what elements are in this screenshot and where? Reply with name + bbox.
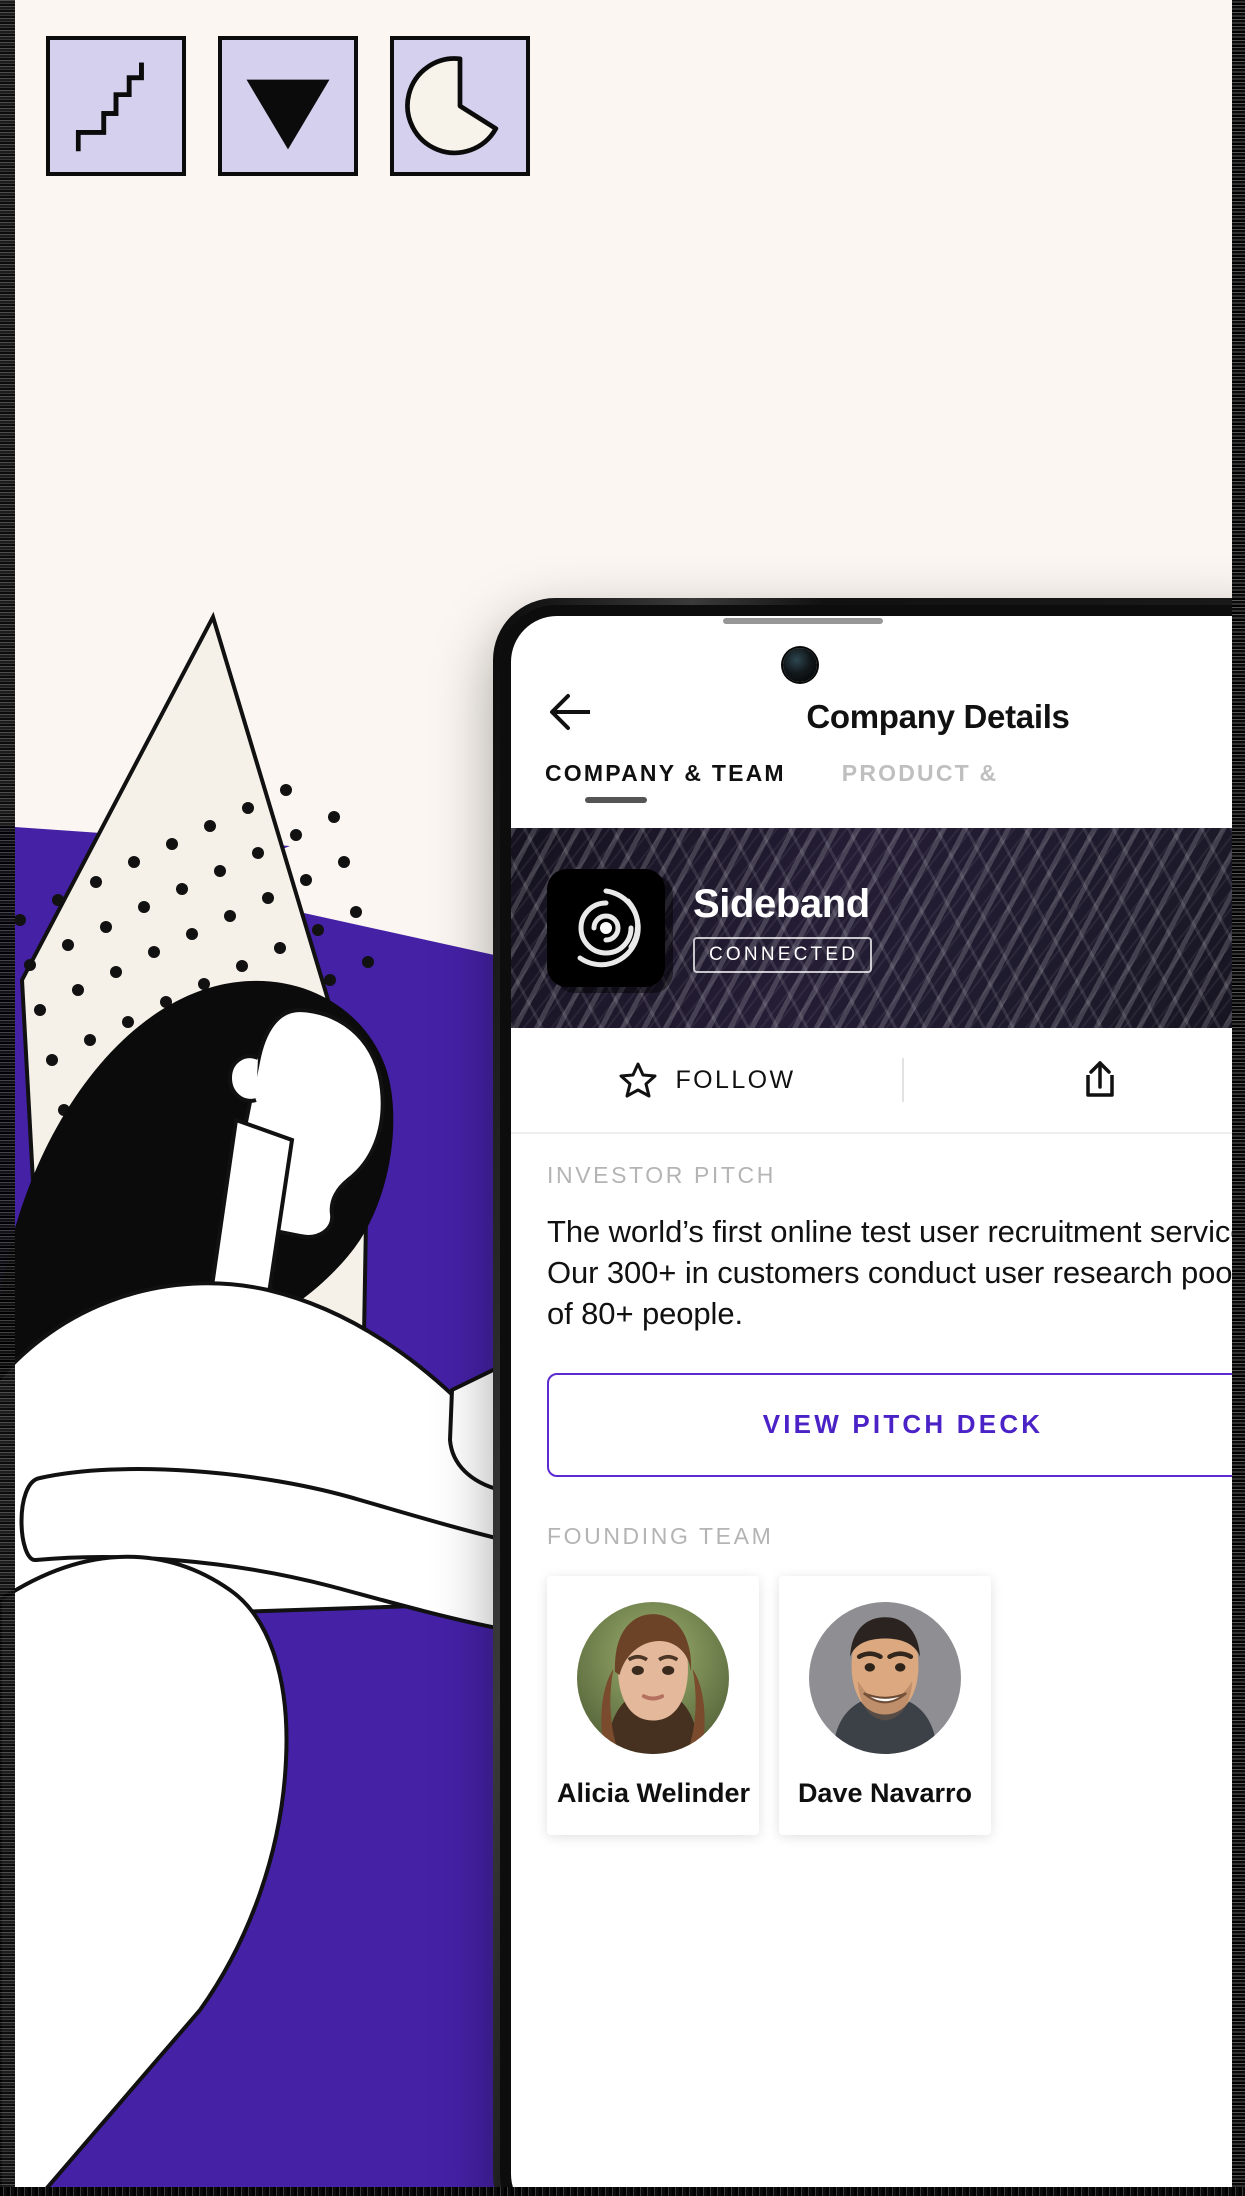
avatar xyxy=(809,1601,961,1754)
tab-bar: COMPANY & TEAM PRODUCT & xyxy=(511,754,1245,828)
avatar xyxy=(577,1601,729,1754)
company-logo xyxy=(547,869,665,987)
earpiece-speaker xyxy=(723,618,883,624)
status-badge: CONNECTED xyxy=(693,937,873,973)
team-member-name: Alicia Welinder xyxy=(557,1777,751,1808)
company-identity: Sideband CONNECTED xyxy=(693,882,873,973)
tile-stairs-step-chart[interactable] xyxy=(46,36,186,176)
app-header: Company Details xyxy=(511,616,1245,754)
team-member-card[interactable]: Dave Navarro xyxy=(779,1575,991,1835)
tab-company-and-team[interactable]: COMPANY & TEAM xyxy=(545,754,786,803)
founding-team-list: Alicia Welinder Dave Navarro xyxy=(547,1575,1245,1835)
share-button[interactable] xyxy=(904,1028,1245,1132)
avatar-dave-icon xyxy=(809,1601,961,1754)
company-name: Sideband xyxy=(693,882,870,926)
view-pitch-deck-button[interactable]: VIEW PITCH DECK xyxy=(547,1372,1245,1477)
bottom-edge-noise xyxy=(0,2187,1245,2196)
front-camera-icon xyxy=(783,648,817,682)
left-edge-noise xyxy=(0,0,15,2196)
page-title: Company Details xyxy=(806,698,1070,735)
tab-product[interactable]: PRODUCT & xyxy=(842,754,999,787)
pie-chart-icon xyxy=(405,56,499,156)
company-hero-banner: Sideband CONNECTED xyxy=(511,828,1245,1028)
avatar-alicia-icon xyxy=(577,1601,729,1754)
screenshot-root: Company Details COMPANY & TEAM PRODUCT & xyxy=(0,0,1245,2196)
tile-triangle-down[interactable] xyxy=(218,36,358,176)
triangle-down-icon xyxy=(246,79,330,150)
stairs-step-chart-icon xyxy=(75,62,144,152)
team-member-card[interactable]: Alicia Welinder xyxy=(547,1575,759,1835)
view-pitch-deck-label: VIEW PITCH DECK xyxy=(762,1409,1044,1440)
action-bar: FOLLOW xyxy=(511,1028,1245,1134)
sideband-radial-logo xyxy=(577,888,641,968)
team-member-name: Dave Navarro xyxy=(797,1777,973,1808)
icon-tile-row xyxy=(46,36,530,176)
investor-pitch-body: The world’s first online test user recru… xyxy=(547,1214,1245,1332)
follow-button[interactable]: FOLLOW xyxy=(511,1028,902,1132)
phone-mockup: Company Details COMPANY & TEAM PRODUCT & xyxy=(493,598,1245,2196)
right-edge-noise xyxy=(1232,0,1245,2196)
investor-pitch-label: INVESTOR PITCH xyxy=(547,1162,776,1188)
follow-label: FOLLOW xyxy=(675,1065,796,1094)
star-outline-icon xyxy=(619,1062,657,1098)
phone-screen: Company Details COMPANY & TEAM PRODUCT & xyxy=(511,616,1245,2196)
founding-team-label: FOUNDING TEAM xyxy=(547,1522,774,1549)
share-upload-icon xyxy=(1085,1061,1114,1097)
investor-pitch-section: INVESTOR PITCH The world’s first online … xyxy=(511,1134,1245,1835)
tile-pie-chart[interactable] xyxy=(390,36,530,176)
